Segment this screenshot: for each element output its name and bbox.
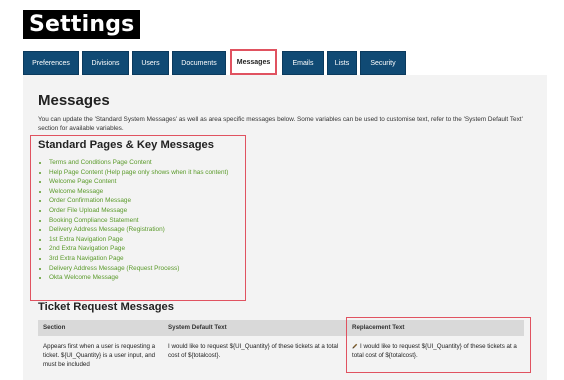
ticket-messages-title: Ticket Request Messages (38, 301, 174, 313)
tab-emails[interactable]: Emails (282, 51, 324, 75)
column-default-text: System Default Text (168, 324, 227, 331)
link-extra-nav-3[interactable]: 3rd Extra Navigation Page (49, 254, 228, 264)
standard-messages-title: Standard Pages & Key Messages (38, 139, 214, 151)
link-extra-nav-1[interactable]: 1st Extra Navigation Page (49, 235, 228, 245)
standard-messages-list: Terms and Conditions Page Content Help P… (38, 158, 228, 283)
tab-security[interactable]: Security (360, 51, 406, 75)
link-okta-welcome[interactable]: Okta Welcome Message (49, 273, 228, 283)
link-delivery-registration[interactable]: Delivery Address Message (Registration) (49, 225, 228, 235)
row-default-text: I would like to request ${UI_Quantity} o… (168, 343, 339, 359)
link-order-confirmation[interactable]: Order Confirmation Message (49, 196, 228, 206)
app-title: Settings (23, 10, 141, 39)
link-booking-compliance[interactable]: Booking Compliance Statement (49, 216, 228, 226)
row-section-text: Appears first when a user is requesting … (43, 343, 156, 368)
page-title: Messages (38, 92, 110, 109)
row-replacement-cell[interactable]: I would like to request ${UI_Quantity} o… (352, 342, 522, 360)
intro-text: You can update the 'Standard System Mess… (38, 116, 523, 132)
link-welcome-message[interactable]: Welcome Message (49, 187, 228, 197)
link-help-page[interactable]: Help Page Content (Help page only shows … (49, 168, 228, 178)
pencil-icon[interactable] (352, 343, 358, 349)
row-replacement-text: I would like to request ${UI_Quantity} o… (352, 343, 517, 359)
tab-messages[interactable]: Messages (230, 49, 277, 75)
tab-lists[interactable]: Lists (327, 51, 357, 75)
tab-divisions[interactable]: Divisions (82, 51, 129, 75)
tab-preferences[interactable]: Preferences (23, 51, 79, 75)
settings-page: Settings Preferences Divisions Users Doc… (0, 0, 564, 380)
link-welcome-page[interactable]: Welcome Page Content (49, 177, 228, 187)
link-terms-page[interactable]: Terms and Conditions Page Content (49, 158, 228, 168)
column-section: Section (43, 324, 66, 331)
link-extra-nav-2[interactable]: 2nd Extra Navigation Page (49, 244, 228, 254)
link-order-file-upload[interactable]: Order File Upload Message (49, 206, 228, 216)
tab-documents[interactable]: Documents (172, 51, 226, 75)
link-delivery-request[interactable]: Delivery Address Message (Request Proces… (49, 264, 228, 274)
tab-users[interactable]: Users (132, 51, 169, 75)
